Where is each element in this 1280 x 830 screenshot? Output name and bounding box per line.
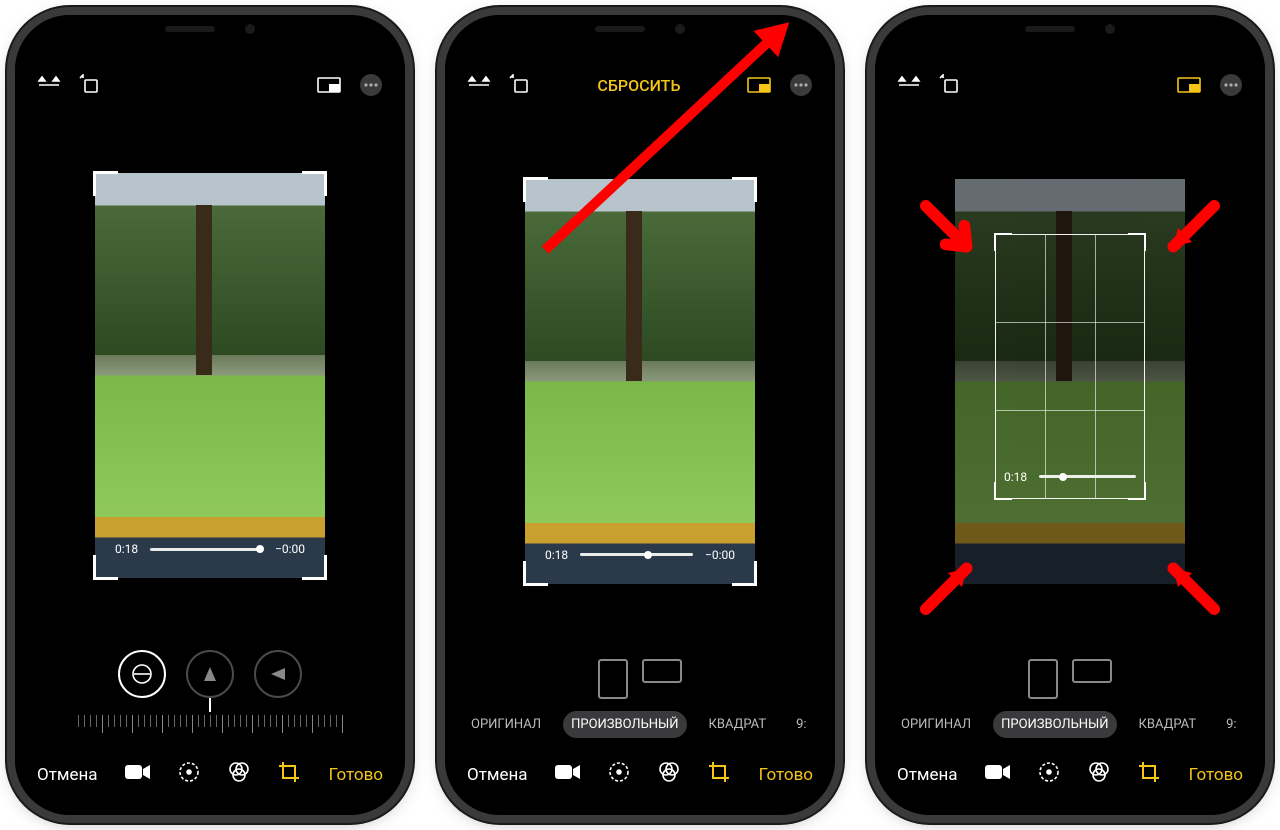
aspect-more[interactable]: 9: (1218, 711, 1244, 738)
straighten-icon[interactable] (118, 650, 166, 698)
more-icon[interactable] (1219, 73, 1243, 97)
rotate-icon[interactable] (939, 74, 961, 96)
flip-icon[interactable] (467, 75, 491, 95)
rotate-icon[interactable] (79, 74, 101, 96)
annotation-arrow-tl (920, 200, 990, 274)
crop-handle-tr[interactable] (302, 171, 327, 196)
time-remaining: −0:00 (705, 548, 735, 562)
video-icon[interactable] (125, 763, 151, 786)
crop-handle-tl[interactable] (93, 171, 118, 196)
done-button[interactable]: Готово (759, 765, 813, 785)
aspect-original[interactable]: ОРИГИНАЛ (463, 711, 549, 738)
aspect-freeform[interactable]: ПРОИЗВОЛЬНЫЙ (563, 711, 686, 738)
annotation-arrow-br (1150, 545, 1220, 619)
video-icon[interactable] (985, 763, 1011, 786)
aspect-original[interactable]: ОРИГИНАЛ (893, 711, 979, 738)
time-remaining: −0:00 (275, 542, 305, 556)
aspect-square[interactable]: КВАДРАТ (1131, 711, 1205, 738)
cancel-button[interactable]: Отмена (897, 765, 958, 785)
more-icon[interactable] (789, 73, 813, 97)
video-timeline[interactable]: 0:18 (996, 470, 1144, 484)
video-timeline[interactable]: 0:18 −0:00 (525, 548, 755, 562)
crop-handle-tr[interactable] (732, 177, 757, 202)
iphone-mockup-2: СБРОСИТЬ 0:18 −0:00 (445, 15, 835, 815)
annotation-arrow-tr (1150, 200, 1220, 274)
crop-handle-br[interactable] (1128, 482, 1146, 500)
aspect-more[interactable]: 9: (788, 711, 814, 738)
crop-handle-tl[interactable] (523, 177, 548, 202)
time-current: 0:18 (1004, 470, 1027, 484)
inner-crop-rect[interactable]: 0:18 (995, 234, 1145, 499)
horizontal-perspective-icon[interactable] (254, 650, 302, 698)
rotate-icon[interactable] (509, 74, 531, 96)
crop-handle-bl[interactable] (93, 555, 118, 580)
aspect-freeform[interactable]: ПРОИЗВОЛЬНЫЙ (993, 711, 1116, 738)
more-icon[interactable] (359, 73, 383, 97)
video-timeline[interactable]: 0:18 −0:00 (95, 542, 325, 556)
crop-handle-bl[interactable] (523, 561, 548, 586)
crop-handle-br[interactable] (302, 555, 327, 580)
aspect-square[interactable]: КВАДРАТ (701, 711, 775, 738)
notch (125, 15, 295, 43)
crop-handle-tr[interactable] (1128, 233, 1146, 251)
done-button[interactable]: Готово (1189, 765, 1243, 785)
aspect-ratio-icon[interactable] (317, 75, 341, 95)
time-current: 0:18 (545, 548, 568, 562)
video-preview (95, 173, 325, 578)
flip-icon[interactable] (37, 75, 61, 95)
notch (555, 15, 725, 43)
crop-icon[interactable] (707, 760, 731, 789)
iphone-mockup-1: 0:18 −0:00 (15, 15, 405, 815)
iphone-mockup-3: 0:18 ОРИГИНАЛ (875, 15, 1265, 815)
adjust-icon[interactable] (177, 760, 201, 789)
filters-icon[interactable] (1087, 760, 1111, 789)
time-current: 0:18 (115, 542, 138, 556)
cancel-button[interactable]: Отмена (467, 765, 528, 785)
orientation-portrait[interactable] (598, 659, 628, 699)
crop-handle-br[interactable] (732, 561, 757, 586)
aspect-ratio-icon[interactable] (747, 75, 771, 95)
vertical-perspective-icon[interactable] (186, 650, 234, 698)
done-button[interactable]: Готово (329, 765, 383, 785)
crop-icon[interactable] (1137, 760, 1161, 789)
cancel-button[interactable]: Отмена (37, 765, 98, 785)
aspect-ratio-icon[interactable] (1177, 75, 1201, 95)
orientation-landscape[interactable] (1072, 659, 1112, 683)
crop-handle-tl[interactable] (994, 233, 1012, 251)
crop-icon[interactable] (277, 760, 301, 789)
orientation-portrait[interactable] (1028, 659, 1058, 699)
notch (985, 15, 1155, 43)
angle-ruler[interactable] (45, 704, 375, 744)
crop-frame[interactable]: 0:18 −0:00 (95, 173, 325, 578)
annotation-arrow-bl (920, 545, 990, 619)
filters-icon[interactable] (227, 760, 251, 789)
orientation-landscape[interactable] (642, 659, 682, 683)
flip-icon[interactable] (897, 75, 921, 95)
filters-icon[interactable] (657, 760, 681, 789)
video-icon[interactable] (555, 763, 581, 786)
adjust-icon[interactable] (607, 760, 631, 789)
crop-handle-bl[interactable] (994, 482, 1012, 500)
adjust-icon[interactable] (1037, 760, 1061, 789)
